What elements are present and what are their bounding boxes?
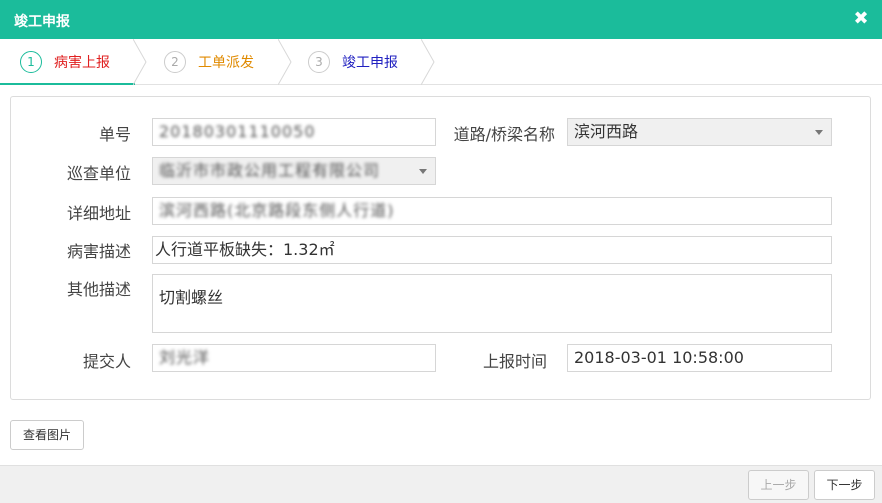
step-1-number: 1	[20, 51, 42, 73]
step-3-label: 竣工申报	[342, 55, 398, 71]
patrol-unit-select[interactable]: 临沂市市政公用工程有限公司	[152, 157, 436, 185]
chevron-down-icon	[419, 169, 427, 174]
dialog-footer: 上一步 下一步	[0, 465, 882, 503]
patrol-unit-label: 巡查单位	[66, 164, 131, 183]
step-2-number: 2	[164, 51, 186, 73]
step-1[interactable]: 1 病害上报	[0, 39, 135, 85]
step-separator-icon	[278, 39, 292, 85]
other-desc-textarea[interactable]: 切割螺丝	[152, 274, 832, 333]
close-icon[interactable]: ✖	[852, 9, 870, 29]
detail-address-field[interactable]: 滨河西路(北京路段东侧人行道)	[152, 197, 832, 225]
step-separator-icon	[421, 39, 435, 85]
next-step-button[interactable]: 下一步	[814, 470, 875, 500]
step-3[interactable]: 3 竣工申报	[292, 39, 422, 85]
form-panel: 单号 20180301110050 道路/桥梁名称 滨河西路 巡查单位 临沂市市…	[10, 96, 871, 400]
step-3-number: 3	[308, 51, 330, 73]
detail-address-label: 详细地址	[66, 204, 131, 223]
order-no-label: 单号	[98, 125, 131, 144]
step-1-label: 病害上报	[54, 55, 110, 71]
view-images-button[interactable]: 查看图片	[10, 420, 84, 450]
dialog: 竣工申报 ✖ 1 病害上报 2 工单派发 3 竣工申报 单号 201803011…	[0, 0, 882, 503]
disease-desc-field[interactable]: 人行道平板缺失：1.32㎡	[152, 236, 832, 264]
dialog-title: 竣工申报	[14, 14, 70, 30]
submitter-field[interactable]: 刘光洋	[152, 344, 436, 372]
other-desc-label: 其他描述	[66, 280, 131, 299]
submitter-label: 提交人	[82, 352, 131, 371]
step-2-label: 工单派发	[198, 55, 254, 71]
report-time-field[interactable]: 2018-03-01 10:58:00	[567, 344, 832, 372]
chevron-down-icon	[815, 130, 823, 135]
road-bridge-name-label: 道路/桥梁名称	[453, 125, 555, 144]
step-separator-icon	[133, 39, 147, 85]
step-wizard: 1 病害上报 2 工单派发 3 竣工申报	[0, 39, 882, 85]
order-no-field[interactable]: 20180301110050	[152, 118, 436, 146]
report-time-label: 上报时间	[482, 352, 547, 371]
disease-desc-label: 病害描述	[66, 242, 131, 261]
step-2[interactable]: 2 工单派发	[148, 39, 280, 85]
prev-step-button[interactable]: 上一步	[748, 470, 809, 500]
dialog-titlebar: 竣工申报 ✖	[0, 0, 882, 39]
road-bridge-name-select[interactable]: 滨河西路	[567, 118, 832, 146]
